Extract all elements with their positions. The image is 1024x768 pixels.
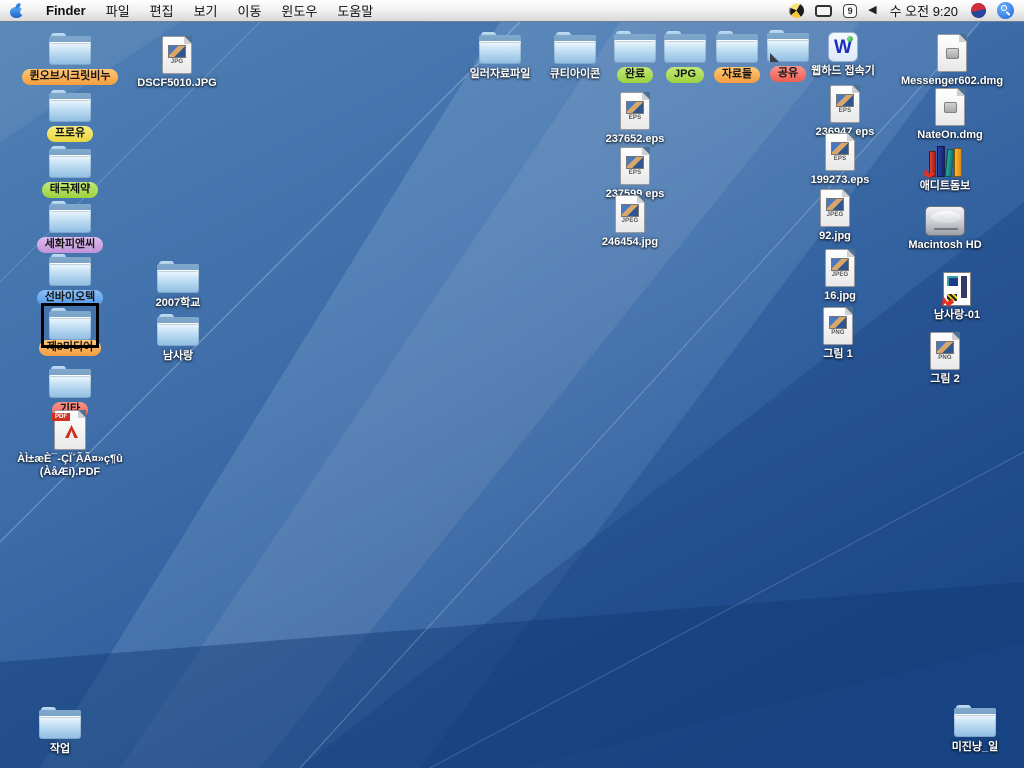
- desktop-icon-mijinnyang[interactable]: 미진냥_일: [920, 705, 1024, 754]
- disk-image-file-icon: [937, 34, 967, 72]
- folder-icon: [954, 705, 996, 738]
- folder-icon: [49, 366, 91, 399]
- desktop-icon-jakup[interactable]: 작업: [5, 707, 115, 756]
- eps-file-icon: EPS: [830, 85, 860, 123]
- folder-icon: [49, 201, 91, 234]
- menu-view[interactable]: 보기: [184, 0, 228, 21]
- desktop-icon-taegeuk-pharma[interactable]: 태극제약: [15, 146, 125, 198]
- folder-icon: [49, 33, 91, 66]
- hard-drive-icon: [925, 206, 965, 236]
- displays-icon[interactable]: [815, 5, 832, 17]
- desktop-icon-proyu[interactable]: 프로유: [15, 90, 125, 142]
- folder-icon: [49, 90, 91, 123]
- desktop-screen: Finder 파일 편집 보기 이동 윈도우 도움말 9 ◀ 수 오전 9:20…: [0, 0, 1024, 768]
- png-file-icon: PNG: [930, 332, 960, 370]
- write-badge-icon: [770, 53, 779, 62]
- desktop-icon-eps-199273[interactable]: EPS 199273.eps: [785, 133, 895, 187]
- app-menu-finder[interactable]: Finder: [36, 3, 96, 18]
- menu-go[interactable]: 이동: [228, 0, 272, 21]
- desktop-icon-2007-school[interactable]: 2007학교: [123, 261, 233, 310]
- jpeg-file-icon: JPEG: [820, 189, 850, 227]
- desktop-icon-pdf-file[interactable]: PDF ÀÌ±æÈ¯-ÇÏ´ÃÃ¤»ç¶û (ÀåÆí).PDF: [5, 410, 135, 478]
- eps-file-icon: EPS: [620, 92, 650, 130]
- jpeg-file-icon: JPG: [162, 36, 192, 74]
- eps-file-icon: EPS: [825, 133, 855, 171]
- menu-bar-extras: 9 ◀ 수 오전 9:20: [789, 0, 1024, 21]
- jpeg-file-icon: JPEG: [615, 195, 645, 233]
- desktop-icon-namsarang-01[interactable]: 남사랑-01: [902, 272, 1012, 322]
- desktop-icon-messenger-dmg[interactable]: Messenger602.dmg: [890, 34, 1014, 88]
- folder-icon-selected: [49, 308, 91, 341]
- folder-icon: [49, 146, 91, 179]
- disk-image-file-icon: [935, 88, 965, 126]
- swirl-app-icon[interactable]: [789, 3, 804, 18]
- menu-bar-left: Finder 파일 편집 보기 이동 윈도우 도움말: [0, 0, 383, 21]
- classic-9-icon[interactable]: 9: [843, 4, 857, 18]
- desktop-icon-grim-2[interactable]: PNG 그림 2: [890, 332, 1000, 386]
- desktop-icon-eps-236947[interactable]: EPS 236947.eps: [790, 85, 900, 139]
- layout-document-alias-icon: [943, 272, 971, 306]
- png-file-icon: PNG: [823, 307, 853, 345]
- menu-window[interactable]: 윈도우: [271, 0, 327, 21]
- menu-help[interactable]: 도움말: [327, 0, 383, 21]
- desktop-icon-jpg-92[interactable]: JPEG 92.jpg: [780, 189, 890, 243]
- desktop-icon-dscf5010-jpg[interactable]: JPG DSCF5010.JPG: [122, 36, 232, 90]
- menu-bar: Finder 파일 편집 보기 이동 윈도우 도움말 9 ◀ 수 오전 9:20: [0, 0, 1024, 22]
- desktop-icon-namsarang-folder[interactable]: 남사랑: [123, 314, 233, 363]
- apple-menu-icon[interactable]: [10, 3, 24, 19]
- books-app-alias-icon: [926, 143, 964, 177]
- desktop-icon-je3media[interactable]: 제3미디어: [15, 308, 125, 356]
- folder-icon: [157, 261, 199, 294]
- webhard-app-icon: W: [828, 32, 858, 62]
- folder-icon: [157, 314, 199, 347]
- desktop-icon-queen-soap[interactable]: 퀸오브시크릿비누: [15, 33, 125, 85]
- desktop-icon-macintosh-hd[interactable]: Macintosh HD: [888, 206, 1002, 252]
- menu-bar-clock[interactable]: 수 오전 9:20: [888, 1, 960, 20]
- desktop-icon-webhard-app[interactable]: W 웹하드 접속기: [788, 32, 898, 78]
- jpeg-file-icon: JPEG: [825, 249, 855, 287]
- folder-icon: [49, 254, 91, 287]
- folder-icon: [479, 32, 521, 65]
- desktop-icon-jpg-16[interactable]: JPEG 16.jpg: [785, 249, 895, 303]
- korean-flag-input-icon[interactable]: [970, 2, 988, 20]
- menu-edit[interactable]: 편집: [140, 0, 184, 21]
- desktop-icon-nateon-dmg[interactable]: NateOn.dmg: [895, 88, 1005, 142]
- desktop-icon-eps-237599[interactable]: EPS 237599.eps: [580, 147, 690, 201]
- spotlight-icon[interactable]: [997, 2, 1014, 19]
- eps-file-icon: EPS: [620, 147, 650, 185]
- desktop-icon-jpg-246454[interactable]: JPEG 246454.jpg: [575, 195, 685, 249]
- desktop-icon-sehwa[interactable]: 세화피앤씨: [15, 201, 125, 253]
- desktop-icon-grim-1[interactable]: PNG 그림 1: [783, 307, 893, 361]
- desktop-icon-adit-dombo[interactable]: 애디트돔보: [890, 143, 1000, 193]
- desktop-icon-sunbiotech[interactable]: 선바이오텍: [15, 254, 125, 306]
- volume-icon[interactable]: ◀: [868, 5, 876, 16]
- desktop-icon-eps-237652[interactable]: EPS 237652.eps: [580, 92, 690, 146]
- folder-icon: [39, 707, 81, 740]
- pdf-file-icon: PDF: [54, 410, 86, 450]
- menu-file[interactable]: 파일: [96, 0, 140, 21]
